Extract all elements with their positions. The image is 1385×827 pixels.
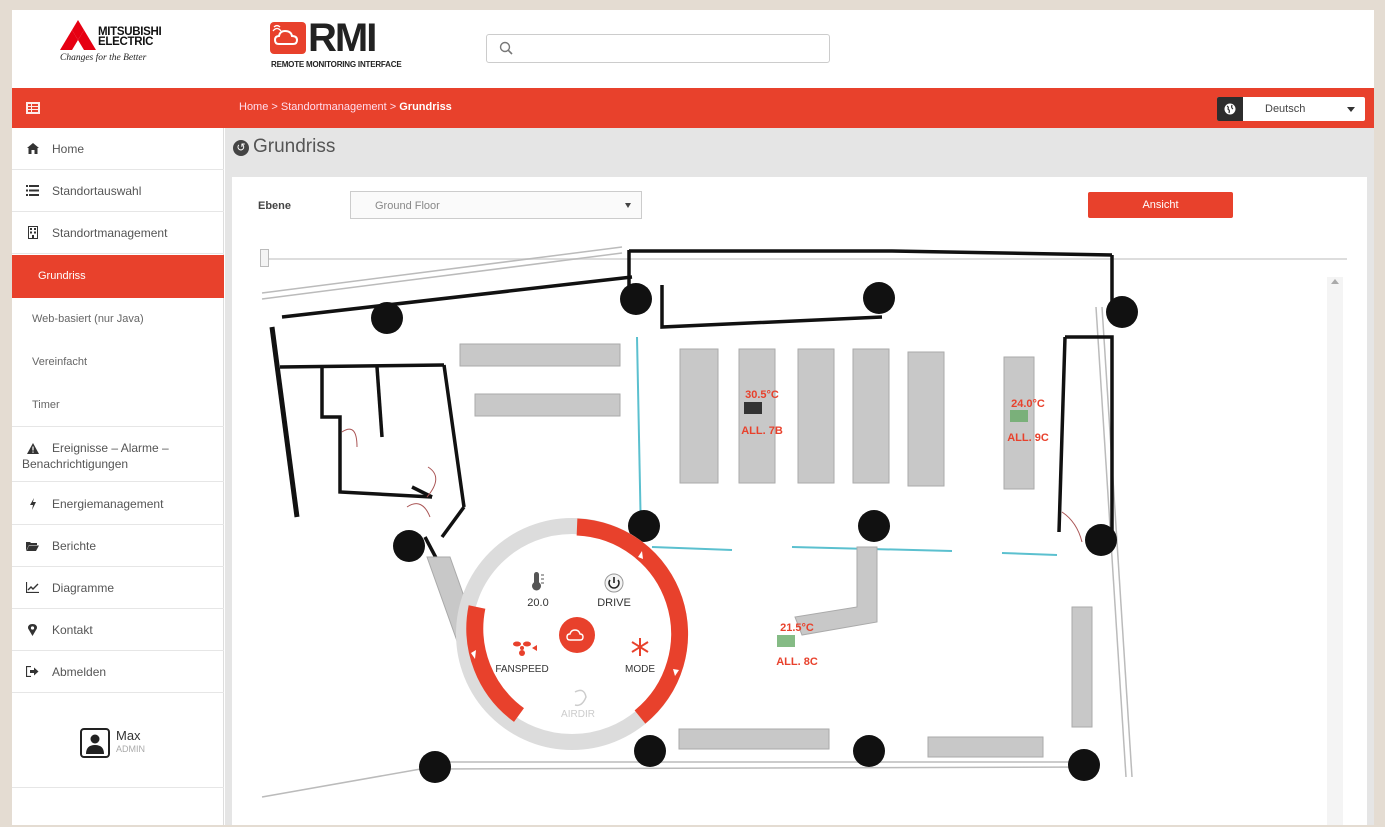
mitsubishi-name: MITSUBISHI ELECTRIC [98, 26, 162, 48]
user-role: ADMIN [116, 744, 145, 754]
sidebar-item-energiemanagement[interactable]: Energiemanagement [12, 483, 224, 525]
unit-temp: 21.5°C [780, 622, 814, 634]
sidebar-item-home[interactable]: Home [12, 128, 224, 170]
top-navbar: Home > Standortmanagement > Grundriss De… [12, 88, 1374, 128]
app-frame: MITSUBISHI ELECTRIC Changes for the Bett… [12, 10, 1374, 825]
collapse-icon[interactable]: ↺ [233, 140, 249, 156]
floorplan: 30.5°C ALL. 7B 24.0°C ALL. 9C 21.5°C ALL… [261, 246, 1138, 798]
logout-icon [26, 665, 39, 678]
rmi-cloud-icon [270, 22, 306, 54]
user-profile[interactable]: Max ADMIN [12, 708, 224, 788]
unit-temp: 30.5°C [745, 389, 779, 401]
sidebar-item-diagramme[interactable]: Diagramme [12, 567, 224, 609]
main-content: ↺ Grundriss Ebene Ground Floor Ansicht 3… [225, 128, 1374, 825]
breadcrumb-current: Grundriss [399, 101, 452, 113]
page-title: ↺ Grundriss [233, 136, 335, 158]
sidebar-item-berichte[interactable]: Berichte [12, 525, 224, 567]
globe-icon [1217, 97, 1243, 121]
unit-name: ALL. 9C [1007, 432, 1049, 444]
header: MITSUBISHI ELECTRIC Changes for the Bett… [12, 10, 1374, 88]
mitsubishi-diamonds-icon [60, 20, 96, 50]
sidebar-item-kontakt[interactable]: Kontakt [12, 609, 224, 651]
menu-toggle-icon[interactable] [26, 101, 40, 115]
breadcrumb-home[interactable]: Home [239, 101, 268, 113]
mitsubishi-logo: MITSUBISHI ELECTRIC Changes for the Bett… [60, 20, 190, 70]
folder-icon [26, 539, 39, 552]
sidebar-item-web-basiert[interactable]: Web-basiert (nur Java) [12, 298, 224, 341]
home-icon [26, 142, 39, 155]
mode-label: MODE [625, 664, 655, 675]
bolt-icon [26, 497, 39, 510]
ac-unit-all-8c[interactable]: 21.5°C ALL. 8C [776, 622, 818, 668]
floorplan-panel: Ebene Ground Floor Ansicht 30.5°C ALL. 7… [232, 177, 1367, 825]
sidebar-item-timer[interactable]: Timer [12, 384, 224, 427]
vertical-scrollbar[interactable] [1327, 277, 1343, 825]
unit-temp: 24.0°C [1011, 398, 1045, 410]
setpoint-value: 20.0 [527, 597, 548, 609]
rmi-subtitle: REMOTE MONITORING INTERFACE [271, 60, 402, 69]
sidebar: Home Standortauswahl Standortmanagement … [12, 128, 224, 825]
sidebar-item-ereignisse[interactable]: Ereignisse – Alarme – Benachrichtigungen [12, 427, 224, 482]
breadcrumb-standortmanagement[interactable]: Standortmanagement [281, 101, 387, 113]
scroll-up-icon[interactable] [1331, 279, 1339, 284]
rmi-logo: RMI REMOTE MONITORING INTERFACE [270, 16, 410, 74]
chevron-down-icon [1347, 107, 1355, 112]
mitsubishi-tagline: Changes for the Better [60, 53, 147, 63]
unit-name: ALL. 7B [741, 425, 783, 437]
sidebar-item-abmelden[interactable]: Abmelden [12, 651, 224, 693]
sidebar-item-vereinfacht[interactable]: Vereinfacht [12, 341, 224, 384]
drive-label: DRIVE [597, 597, 631, 609]
unit-name: ALL. 8C [776, 656, 818, 668]
search-input[interactable] [486, 34, 830, 63]
fanspeed-label: FANSPEED [495, 664, 548, 675]
radial-control-menu[interactable]: 20.0 DRIVE FANSPEED MODE AIRDIR [456, 518, 689, 750]
user-name: Max [116, 728, 141, 743]
user-icon [86, 734, 104, 754]
map-pin-icon [26, 623, 39, 636]
center-cloud-button[interactable] [559, 617, 595, 653]
rmi-wordmark: RMI [308, 16, 377, 60]
breadcrumb: Home > Standortmanagement > Grundriss [239, 101, 452, 113]
avatar [80, 728, 110, 758]
language-select[interactable]: Deutsch [1217, 97, 1365, 121]
list-icon [26, 184, 39, 197]
sidebar-item-standortmanagement[interactable]: Standortmanagement [12, 212, 224, 254]
sidebar-item-grundriss[interactable]: Grundriss [12, 255, 224, 298]
airdir-label: AIRDIR [561, 709, 595, 720]
search-icon [499, 41, 513, 55]
sidebar-item-standortauswahl[interactable]: Standortauswahl [12, 170, 224, 212]
language-label: Deutsch [1265, 103, 1306, 115]
building-icon [26, 226, 39, 239]
line-chart-icon [26, 581, 39, 594]
